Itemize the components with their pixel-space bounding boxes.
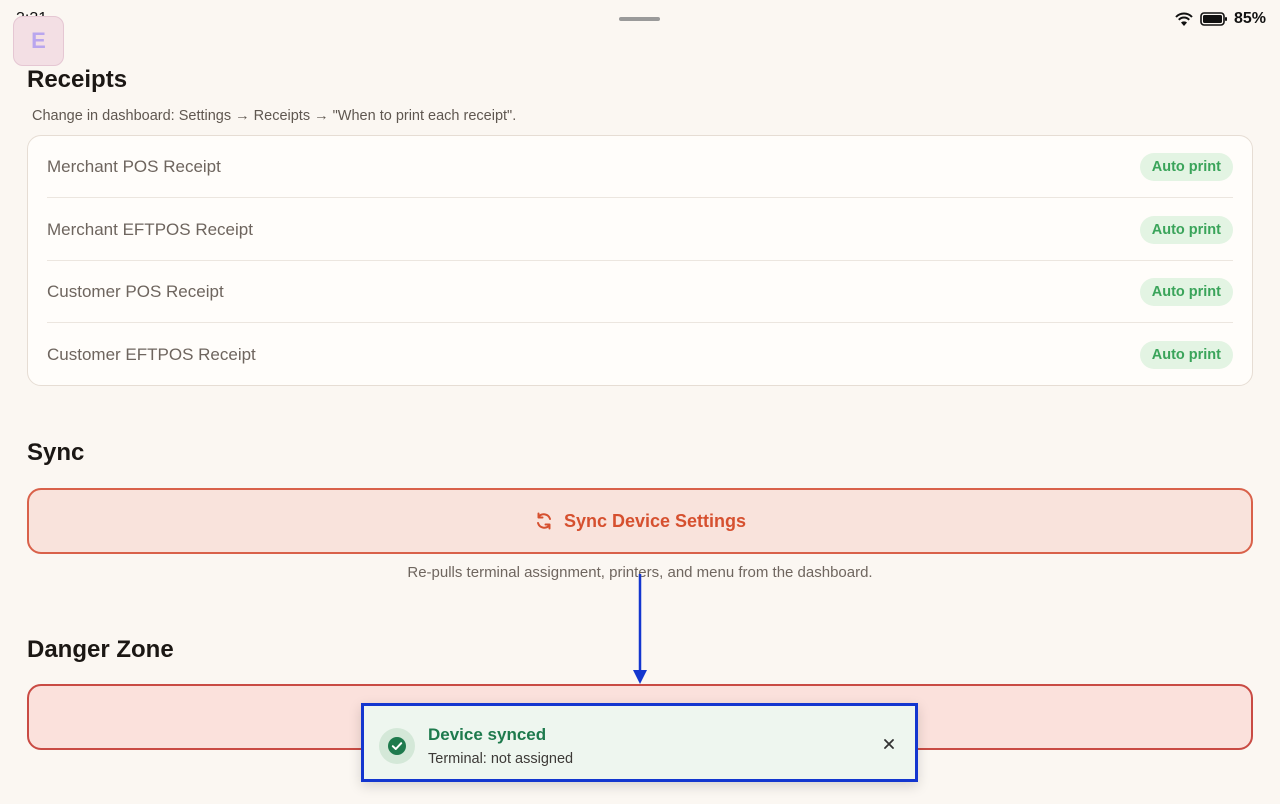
toast-subtitle: Terminal: not assigned xyxy=(428,751,574,767)
receipts-card: Merchant POS Receipt Auto print Merchant… xyxy=(27,135,1253,386)
auto-print-badge: Auto print xyxy=(1139,277,1233,306)
receipt-label: Merchant EFTPOS Receipt xyxy=(47,219,253,239)
close-icon[interactable] xyxy=(881,736,897,752)
receipt-label: Customer EFTPOS Receipt xyxy=(47,345,256,364)
battery-icon xyxy=(1200,12,1227,26)
sync-device-settings-button[interactable]: Sync Device Settings xyxy=(27,488,1253,554)
receipt-row: Merchant POS Receipt Auto print xyxy=(47,136,1233,198)
sync-button-label: Sync Device Settings xyxy=(563,510,747,531)
toast-title: Device synced xyxy=(428,725,547,744)
receipt-label: Merchant POS Receipt xyxy=(47,156,221,176)
wifi-icon xyxy=(1175,12,1193,26)
annotation-arrow xyxy=(633,574,647,684)
check-circle-icon xyxy=(388,737,406,755)
refresh-icon xyxy=(536,512,551,530)
sync-title: Sync xyxy=(27,439,85,466)
auto-print-badge: Auto print xyxy=(1139,341,1233,369)
receipts-hint: Change in dashboard: Settings → Receipts… xyxy=(32,108,517,124)
app-avatar[interactable]: E xyxy=(13,16,64,66)
drag-handle[interactable] xyxy=(619,17,660,21)
receipts-title: Receipts xyxy=(27,66,128,93)
settings-screen: 3:31 85% E Receipts Change in dashboard:… xyxy=(0,0,1280,804)
status-indicators: 85% xyxy=(1174,10,1266,28)
auto-print-badge: Auto print xyxy=(1139,152,1233,181)
receipt-row: Merchant EFTPOS Receipt Auto print xyxy=(47,199,1233,261)
battery-percent: 85% xyxy=(1233,10,1266,27)
auto-print-badge: Auto print xyxy=(1139,215,1233,244)
receipt-row: Customer POS Receipt Auto print xyxy=(47,261,1233,323)
danger-zone-title: Danger Zone xyxy=(27,636,174,663)
device-synced-toast: Device synced Terminal: not assigned xyxy=(361,703,918,782)
receipt-label: Customer POS Receipt xyxy=(47,281,224,301)
receipt-row: Customer EFTPOS Receipt Auto print xyxy=(47,324,1233,386)
toast-icon-wrap xyxy=(379,728,415,764)
